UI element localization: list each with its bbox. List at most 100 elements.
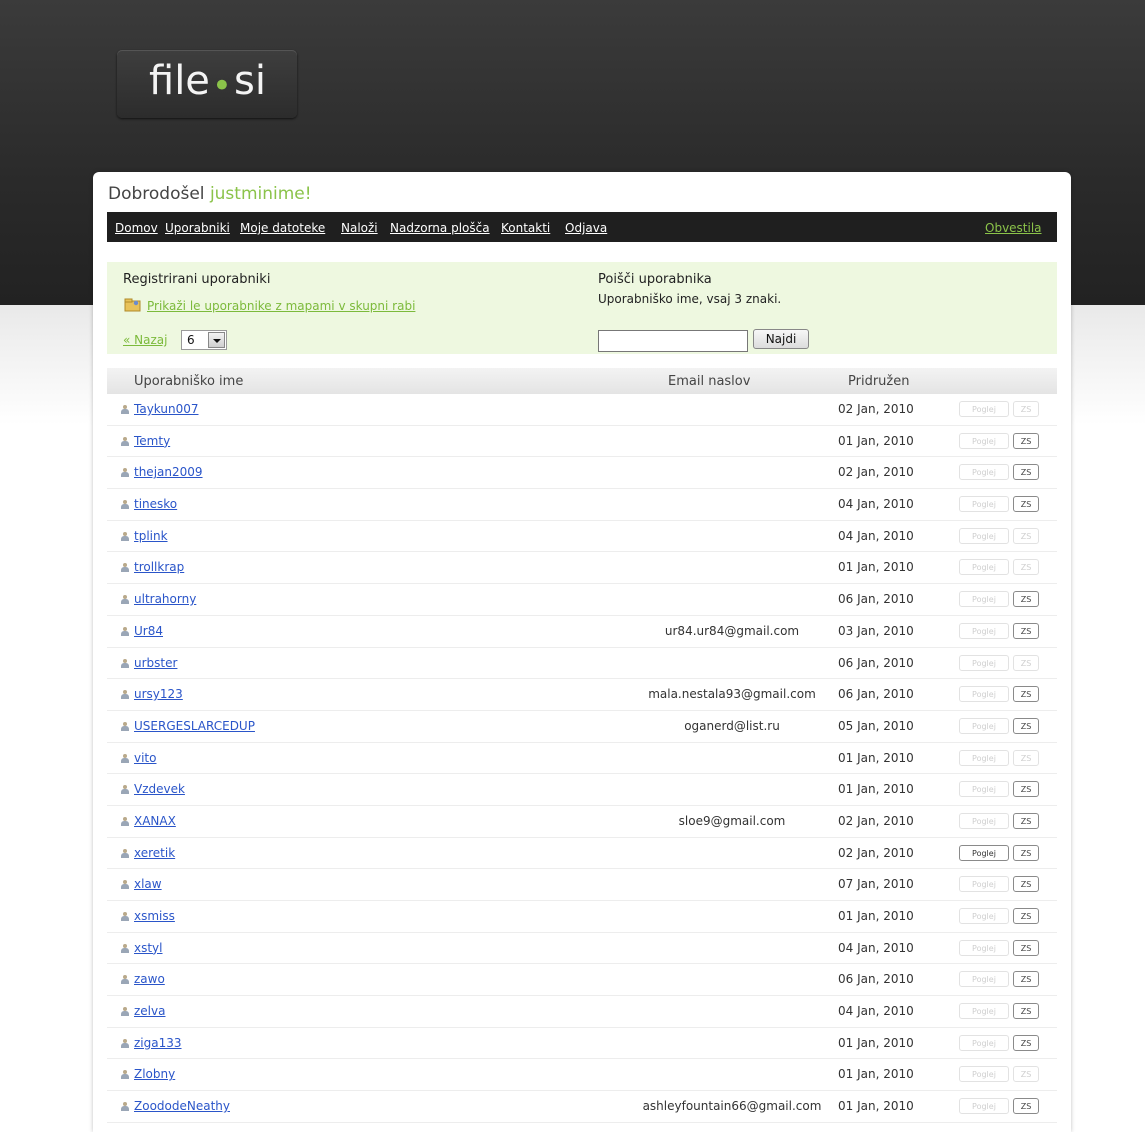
- view-button[interactable]: Poglej: [959, 559, 1009, 576]
- table-row: xstyl 04 Jan, 2010 Poglej ZS: [107, 933, 1057, 965]
- nav-item-domov[interactable]: Domov: [115, 221, 158, 235]
- username-link[interactable]: tplink: [134, 529, 168, 543]
- view-button[interactable]: Poglej: [959, 971, 1009, 988]
- username-link[interactable]: xlaw: [134, 877, 162, 891]
- zs-button[interactable]: ZS: [1013, 591, 1039, 608]
- nav-item-nadzorna-plosca[interactable]: Nadzorna plošča: [390, 221, 490, 235]
- username-link[interactable]: USERGESLARCEDUP: [134, 719, 255, 733]
- notifications-link[interactable]: Obvestila: [985, 221, 1042, 235]
- username-link[interactable]: trollkrap: [134, 560, 184, 574]
- zs-button[interactable]: ZS: [1013, 812, 1039, 829]
- view-button[interactable]: Poglej: [959, 908, 1009, 924]
- zs-button[interactable]: ZS: [1013, 749, 1039, 766]
- joined-date-cell: 02 Jan, 2010: [838, 813, 914, 828]
- zs-button[interactable]: ZS: [1013, 527, 1039, 544]
- username-link[interactable]: zelva: [134, 1004, 165, 1018]
- nav-item-kontakti[interactable]: Kontakti: [501, 221, 550, 235]
- zs-button[interactable]: ZS: [1013, 1034, 1039, 1051]
- view-button[interactable]: Poglej: [959, 654, 1009, 671]
- search-button[interactable]: Najdi: [753, 329, 809, 349]
- username-link[interactable]: XANAX: [134, 814, 176, 828]
- view-button[interactable]: Poglej: [959, 1034, 1009, 1051]
- column-header-joined: Pridružen: [848, 374, 910, 389]
- username-link[interactable]: ursy123: [134, 687, 183, 701]
- nav-item-odjava[interactable]: Odjava: [565, 221, 607, 235]
- view-button[interactable]: Poglej: [959, 939, 1009, 956]
- zs-button[interactable]: ZS: [1013, 781, 1039, 798]
- zs-button[interactable]: ZS: [1013, 844, 1039, 861]
- username-link[interactable]: urbster: [134, 656, 177, 670]
- zs-button[interactable]: ZS: [1013, 1003, 1039, 1020]
- zs-button[interactable]: ZS: [1013, 654, 1039, 671]
- username-link[interactable]: Ur84: [134, 624, 163, 638]
- user-icon: [121, 531, 129, 542]
- user-icon: [121, 658, 129, 669]
- user-icon: [121, 436, 129, 447]
- zs-button[interactable]: ZS: [1013, 717, 1039, 734]
- site-logo[interactable]: file•si: [117, 50, 297, 118]
- view-button[interactable]: Poglej: [959, 432, 1009, 449]
- view-button[interactable]: Poglej: [959, 812, 1009, 829]
- username-link[interactable]: Vzdevek: [134, 782, 185, 796]
- view-button[interactable]: Poglej: [959, 401, 1009, 417]
- username-link[interactable]: Zlobny: [134, 1067, 175, 1081]
- username-link[interactable]: Temty: [134, 434, 170, 448]
- nav-item-uporabniki[interactable]: Uporabniki: [165, 221, 230, 235]
- username-link[interactable]: vito: [134, 751, 156, 765]
- back-link[interactable]: « Nazaj: [123, 333, 167, 347]
- main-panel: Dobrodošel justminime! Domov Uporabniki …: [93, 172, 1071, 1132]
- zs-button[interactable]: ZS: [1013, 876, 1039, 893]
- zs-button[interactable]: ZS: [1013, 496, 1039, 513]
- username-link[interactable]: ZoododeNeathy: [134, 1099, 230, 1113]
- nav-item-moje-datoteke[interactable]: Moje datoteke: [240, 221, 325, 235]
- main-navigation: Domov Uporabniki Moje datoteke Naloži Na…: [107, 212, 1057, 242]
- username-link[interactable]: ziga133: [134, 1036, 182, 1050]
- view-button[interactable]: Poglej: [959, 1003, 1009, 1020]
- username-link[interactable]: ultrahorny: [134, 592, 196, 606]
- view-button[interactable]: Poglej: [959, 781, 1009, 798]
- view-button[interactable]: Poglej: [959, 717, 1009, 734]
- view-button[interactable]: Poglej: [959, 464, 1009, 481]
- view-button[interactable]: Poglej: [959, 1066, 1009, 1083]
- nav-item-nalozi[interactable]: Naloži: [341, 221, 378, 235]
- zs-button[interactable]: ZS: [1013, 1066, 1039, 1083]
- zs-button[interactable]: ZS: [1013, 464, 1039, 481]
- page-select[interactable]: 6: [181, 330, 227, 350]
- zs-button[interactable]: ZS: [1013, 971, 1039, 988]
- view-button[interactable]: Poglej: [959, 844, 1009, 861]
- joined-date-cell: 05 Jan, 2010: [838, 718, 914, 733]
- shared-folders-filter-link[interactable]: Prikaži le uporabnike z mapami v skupni …: [147, 299, 415, 313]
- table-row: Vzdevek 01 Jan, 2010 Poglej ZS: [107, 774, 1057, 806]
- table-row: USERGESLARCEDUP oganerd@list.ru 05 Jan, 20…: [107, 711, 1057, 743]
- view-button[interactable]: Poglej: [959, 876, 1009, 893]
- view-button[interactable]: Poglej: [959, 1098, 1009, 1115]
- zs-button[interactable]: ZS: [1013, 622, 1039, 639]
- username-link[interactable]: zawo: [134, 972, 165, 986]
- username-link[interactable]: tinesko: [134, 497, 177, 511]
- zs-button[interactable]: ZS: [1013, 686, 1039, 703]
- chevron-down-icon[interactable]: [208, 332, 225, 348]
- search-input[interactable]: [598, 330, 748, 352]
- joined-date-cell: 02 Jan, 2010: [838, 402, 914, 416]
- username-link[interactable]: xsmiss: [134, 909, 175, 923]
- username-link[interactable]: Taykun007: [134, 402, 199, 416]
- view-button[interactable]: Poglej: [959, 496, 1009, 513]
- users-table-header: Uporabniško ime Email naslov Pridružen: [107, 368, 1057, 394]
- username-link[interactable]: xstyl: [134, 941, 163, 955]
- zs-button[interactable]: ZS: [1013, 939, 1039, 956]
- view-button[interactable]: Poglej: [959, 527, 1009, 544]
- table-row: Taykun007 02 Jan, 2010 Poglej ZS: [107, 394, 1057, 426]
- username-link[interactable]: xeretik: [134, 846, 175, 860]
- view-button[interactable]: Poglej: [959, 749, 1009, 766]
- column-header-email: Email naslov: [668, 374, 751, 389]
- username-link[interactable]: thejan2009: [134, 465, 203, 479]
- zs-button[interactable]: ZS: [1013, 432, 1039, 449]
- zs-button[interactable]: ZS: [1013, 401, 1039, 417]
- view-button[interactable]: Poglej: [959, 622, 1009, 639]
- view-button[interactable]: Poglej: [959, 591, 1009, 608]
- joined-date-cell: 02 Jan, 2010: [838, 465, 914, 480]
- zs-button[interactable]: ZS: [1013, 908, 1039, 924]
- zs-button[interactable]: ZS: [1013, 559, 1039, 576]
- view-button[interactable]: Poglej: [959, 686, 1009, 703]
- zs-button[interactable]: ZS: [1013, 1098, 1039, 1115]
